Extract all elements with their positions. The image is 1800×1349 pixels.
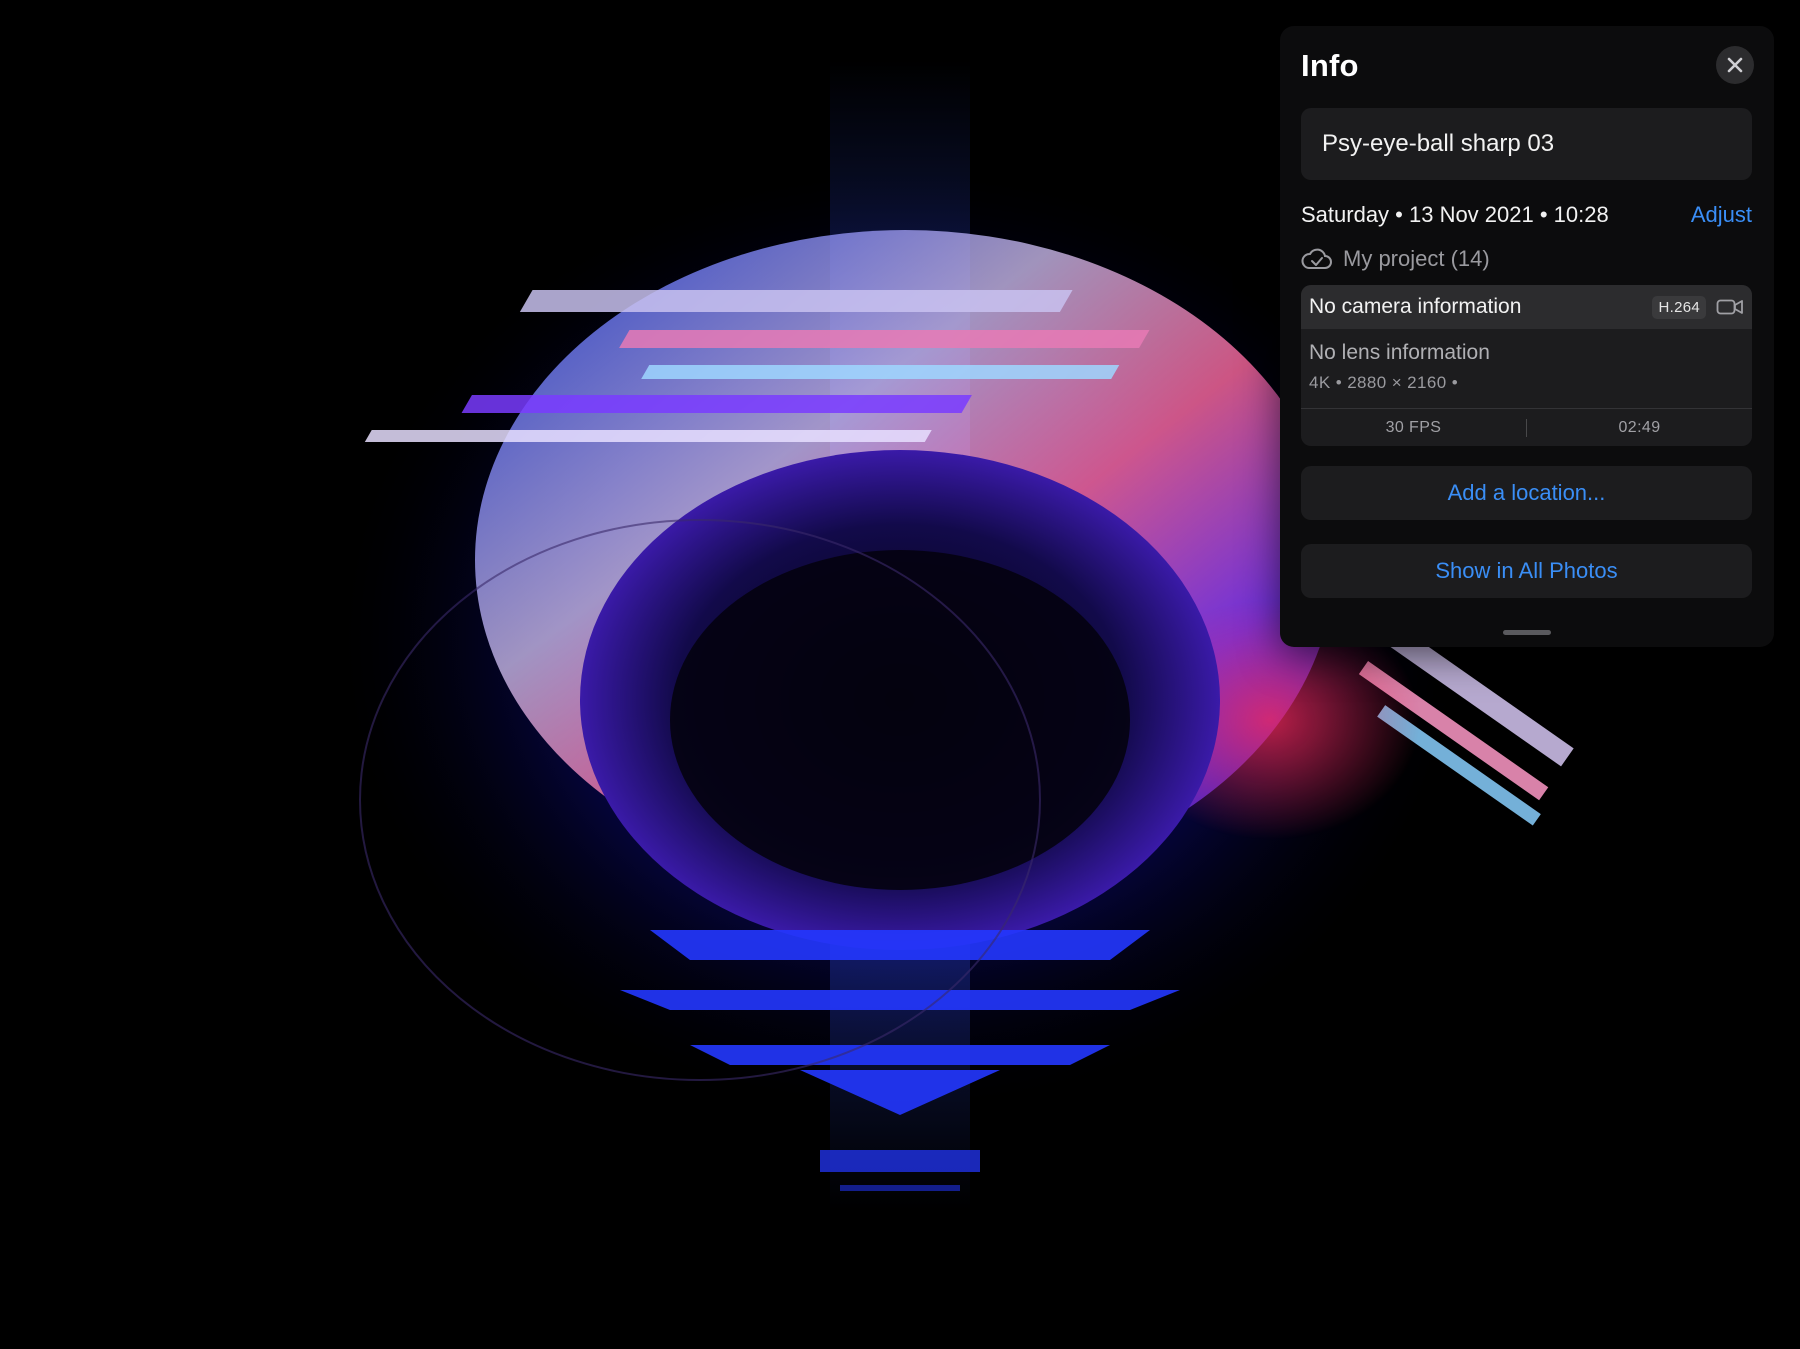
panel-title: Info [1301,48,1359,83]
album-row[interactable]: My project (14) [1301,246,1490,272]
album-name: My project (14) [1343,246,1490,271]
show-in-all-photos-button[interactable]: Show in All Photos [1301,544,1752,598]
camera-info: No camera information [1309,295,1522,318]
video-camera-icon [1716,299,1743,315]
date-time: Saturday • 13 Nov 2021 • 10:28 [1301,202,1609,227]
fps: 30 FPS [1385,418,1442,436]
duration: 02:49 [1618,418,1661,436]
video-specs: 4K • 2880 × 2160 • [1309,373,1459,392]
info-panel: Info Psy-eye-ball sharp 03 Saturday • 13… [1280,26,1774,647]
lens-info: No lens information [1309,341,1490,364]
resize-handle[interactable] [1503,630,1551,635]
close-button[interactable] [1716,46,1754,84]
photo-viewer: Info Psy-eye-ball sharp 03 Saturday • 13… [0,0,1800,1349]
cloud-icon [1301,248,1332,269]
camera-info-card: No camera information H.264 No lens info… [1301,285,1752,446]
codec-badge: H.264 [1652,295,1706,319]
add-location-button[interactable]: Add a location... [1301,466,1752,520]
close-icon [1727,57,1743,73]
date-row: Saturday • 13 Nov 2021 • 10:28 Adjust [1301,202,1752,228]
video-metrics: 30 FPS 02:49 [1301,409,1752,446]
adjust-button[interactable]: Adjust [1691,202,1752,228]
photo-title-field[interactable]: Psy-eye-ball sharp 03 [1301,108,1752,180]
camera-header: No camera information H.264 [1301,285,1752,329]
